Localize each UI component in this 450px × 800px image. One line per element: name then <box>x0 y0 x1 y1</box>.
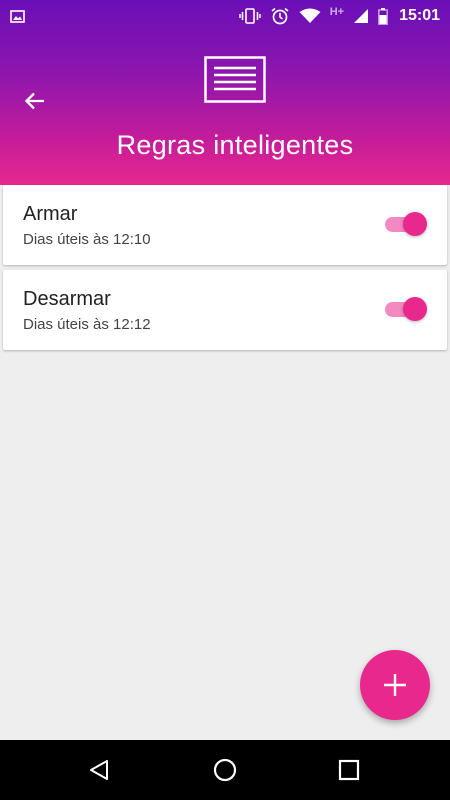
arrow-left-icon <box>24 92 44 110</box>
page-title: Regras inteligentes <box>116 130 354 160</box>
document-lines-icon <box>204 56 266 103</box>
nav-home-button[interactable] <box>209 754 241 786</box>
nav-back-button[interactable] <box>83 754 115 786</box>
toggle-thumb <box>403 297 427 321</box>
battery-icon <box>378 7 389 25</box>
alarm-icon <box>270 7 290 25</box>
image-notification-icon <box>10 9 25 23</box>
plus-icon <box>384 674 406 696</box>
toggle-thumb <box>403 212 427 236</box>
rule-enabled-toggle[interactable] <box>383 296 429 322</box>
app-header: H+ 15:01 Regras inteligentes <box>0 0 450 185</box>
rule-card-armar[interactable]: Armar Dias úteis às 12:10 <box>3 185 447 265</box>
clock: 15:01 <box>399 7 440 24</box>
system-nav-bar <box>0 740 450 800</box>
wifi-icon <box>299 8 321 24</box>
rule-card-desarmar[interactable]: Desarmar Dias úteis às 12:12 <box>3 270 447 350</box>
rules-list: Armar Dias úteis às 12:10 Desarmar Dias … <box>3 185 447 355</box>
rule-enabled-toggle[interactable] <box>383 211 429 237</box>
signal-icon <box>353 8 369 24</box>
status-bar: H+ 15:01 <box>0 0 450 32</box>
add-rule-button[interactable] <box>360 650 430 720</box>
vibrate-icon <box>239 8 261 24</box>
circle-home-icon <box>213 758 237 782</box>
square-recents-icon <box>338 759 360 781</box>
nav-recents-button[interactable] <box>333 754 365 786</box>
back-button[interactable] <box>18 84 52 118</box>
rule-schedule: Dias úteis às 12:10 <box>23 231 151 248</box>
rule-name: Desarmar <box>23 288 111 310</box>
rule-name: Armar <box>23 203 78 225</box>
triangle-back-icon <box>90 760 108 780</box>
network-type-label: H+ <box>329 6 345 18</box>
rule-schedule: Dias úteis às 12:12 <box>23 316 151 333</box>
